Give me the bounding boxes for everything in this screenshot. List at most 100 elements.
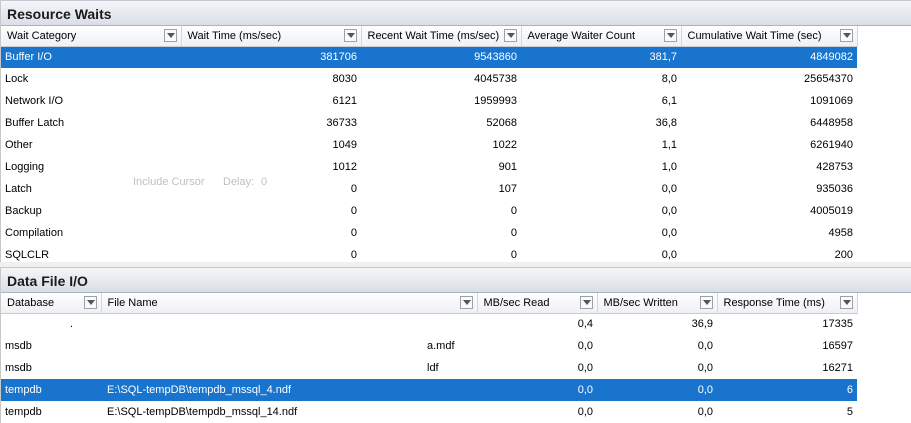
cell-cumulative-wait-time-sec: 6261940: [810, 139, 853, 151]
table-row[interactable]: Other 1049 1022 1,1 6261940: [1, 134, 857, 156]
column-header-cumulative-wait-time-sec[interactable]: Cumulative Wait Time (sec): [681, 26, 858, 47]
cell-mb-sec-written: 0,0: [697, 406, 713, 418]
cell-recent-wait-time-ms-sec: 1959993: [474, 95, 517, 107]
table-row[interactable]: Latch 0 107 0,0 935036: [1, 178, 857, 200]
cell-cumulative-wait-time-sec: 4849082: [681, 46, 857, 68]
delay-ghost-label: Delay:: [223, 176, 255, 188]
filter-dropdown-icon[interactable]: [663, 29, 677, 42]
table-row[interactable]: tempdb E:\SQL-tempDB\tempdb_mssql_14.ndf 0…: [1, 401, 857, 423]
cell-mb-sec-read: 0,0: [577, 340, 593, 352]
cell-wait-category: Buffer I/O: [1, 46, 181, 68]
cell-average-waiter-count: 36,8: [655, 117, 677, 129]
cell-wait-category: Buffer Latch: [5, 117, 65, 129]
column-header-label: Average Waiter Count: [527, 29, 636, 42]
column-header-label: Response Time (ms): [723, 296, 825, 309]
filter-dropdown-icon[interactable]: [343, 29, 357, 42]
table-row[interactable]: SQLCLR 0 0 0,0 200: [1, 244, 857, 262]
column-header-average-waiter-count[interactable]: Average Waiter Count: [521, 26, 682, 47]
cell-cumulative-wait-time-sec: 935036: [816, 183, 853, 195]
table-row[interactable]: Network I/O 6121 1959993 6,1 1091069: [1, 90, 857, 112]
cell-wait-time-ms-sec: 381706: [181, 46, 361, 68]
cell-wait-time-ms-sec: 0: [350, 183, 357, 195]
column-header-database[interactable]: Database: [1, 293, 102, 314]
filter-dropdown-icon[interactable]: [579, 296, 593, 309]
column-header-file-name[interactable]: File Name: [101, 293, 478, 314]
table-row[interactable]: tempdb E:\SQL-tempDB\tempdb_mssql_4.ndf 0,…: [1, 379, 857, 401]
table-row[interactable]: . 0,4 36,9 17335: [1, 313, 857, 335]
column-header-recent-wait-time-ms-sec[interactable]: Recent Wait Time (ms/sec): [361, 26, 522, 47]
column-header-mb-sec-read[interactable]: MB/sec Read: [477, 293, 598, 314]
column-header-wait-category[interactable]: Wait Category: [1, 26, 182, 47]
cell-mb-sec-written: 0,0: [697, 362, 713, 374]
column-header-label: File Name: [107, 296, 158, 309]
cell-recent-wait-time-ms-sec: 4045738: [474, 73, 517, 85]
table-row[interactable]: Logging 1012 901 1,0 428753: [1, 156, 857, 178]
cell-average-waiter-count: 6,1: [661, 95, 677, 107]
table-row[interactable]: msdb ldf 0,0 0,0 16271: [1, 357, 857, 379]
cell-wait-time-ms-sec: 36733: [326, 117, 357, 129]
cell-database: msdb: [5, 362, 32, 374]
filter-dropdown-icon[interactable]: [839, 296, 853, 309]
data-file-io-panel: Data File I/O Database File Name MB/sec Re…: [0, 267, 911, 423]
cell-mb-sec-read: 0,4: [577, 318, 593, 331]
table-row[interactable]: Backup 0 0 0,0 4005019: [1, 200, 857, 222]
cell-wait-time-ms-sec: 1049: [332, 139, 357, 151]
cell-mb-sec-read: 0,0: [577, 406, 593, 418]
cell-cumulative-wait-time-sec: 1091069: [810, 95, 853, 107]
cell-average-waiter-count: 0,0: [661, 205, 677, 217]
column-header-mb-sec-written[interactable]: MB/sec Written: [597, 293, 718, 314]
cell-response-time-ms: 17335: [822, 318, 853, 331]
resource-waits-table: Wait Category Wait Time (ms/sec) Recent Wa…: [1, 26, 858, 262]
data-file-io-grid: Database File Name MB/sec Read MB/sec Writt…: [1, 293, 911, 423]
cell-mb-sec-written: 0,0: [597, 379, 717, 401]
cell-wait-category: Lock: [5, 73, 29, 85]
cell-recent-wait-time-ms-sec: 0: [510, 249, 517, 261]
cell-recent-wait-time-ms-sec: 0: [510, 205, 517, 217]
table-row[interactable]: msdb a.mdf 0,0 0,0 16597: [1, 335, 857, 357]
filter-dropdown-icon[interactable]: [503, 29, 517, 42]
delay-ghost-value: 0: [261, 176, 268, 188]
cell-wait-category: SQLCLR: [5, 249, 50, 261]
column-header-label: Wait Time (ms/sec): [187, 29, 282, 42]
cell-file-name: a.mdf: [427, 340, 455, 352]
cell-average-waiter-count: 1,1: [661, 139, 677, 151]
data-file-io-table: Database File Name MB/sec Read MB/sec Writt…: [1, 293, 858, 423]
filter-dropdown-icon[interactable]: [839, 29, 853, 42]
filter-dropdown-icon[interactable]: [83, 296, 97, 309]
filter-dropdown-icon[interactable]: [163, 29, 177, 42]
table-row[interactable]: Buffer I/O 381706 9543860 381,7 4849082: [1, 46, 857, 68]
cell-wait-time-ms-sec: 0: [350, 227, 357, 239]
cell-wait-category: Logging: [5, 161, 45, 173]
cell-average-waiter-count: 381,7: [521, 46, 681, 68]
cell-average-waiter-count: 8,0: [661, 73, 677, 85]
cell-cumulative-wait-time-sec: 428753: [816, 161, 853, 173]
cell-mb-sec-read: 0,0: [477, 379, 597, 401]
cell-cumulative-wait-time-sec: 6448958: [810, 117, 853, 129]
cell-recent-wait-time-ms-sec: 107: [498, 183, 517, 195]
resource-waits-grid: Wait Category Wait Time (ms/sec) Recent Wa…: [1, 26, 911, 262]
cell-response-time-ms: 16271: [822, 362, 853, 374]
cell-response-time-ms: 16597: [822, 340, 853, 352]
cell-database: msdb: [5, 340, 32, 352]
cell-response-time-ms: 5: [846, 406, 853, 418]
cell-cumulative-wait-time-sec: 4958: [828, 227, 853, 239]
table-row[interactable]: Lock 8030 4045738 8,0 25654370: [1, 68, 857, 90]
column-header-wait-time-ms-sec[interactable]: Wait Time (ms/sec): [181, 26, 362, 47]
cell-average-waiter-count: 0,0: [661, 227, 677, 239]
cell-file-name: E:\SQL-tempDB\tempdb_mssql_4.ndf: [101, 379, 477, 401]
column-header-label: MB/sec Read: [483, 296, 550, 309]
cell-wait-time-ms-sec: 6121: [332, 95, 357, 107]
filter-dropdown-icon[interactable]: [459, 296, 473, 309]
cell-database: tempdb: [5, 406, 42, 418]
cell-cumulative-wait-time-sec: 4005019: [810, 205, 853, 217]
column-header-label: Wait Category: [7, 29, 77, 42]
table-row[interactable]: Buffer Latch 36733 52068 36,8 6448958: [1, 112, 857, 134]
filter-dropdown-icon[interactable]: [699, 296, 713, 309]
column-header-response-time-ms[interactable]: Response Time (ms): [717, 293, 858, 314]
table-row[interactable]: Compilation 0 0 0,0 4958: [1, 222, 857, 244]
cell-recent-wait-time-ms-sec: 901: [498, 161, 517, 173]
cell-wait-time-ms-sec: 1012: [332, 161, 357, 173]
cell-recent-wait-time-ms-sec: 52068: [486, 117, 517, 129]
column-header-label: MB/sec Written: [603, 296, 678, 309]
cell-file-name: ldf: [427, 362, 439, 374]
